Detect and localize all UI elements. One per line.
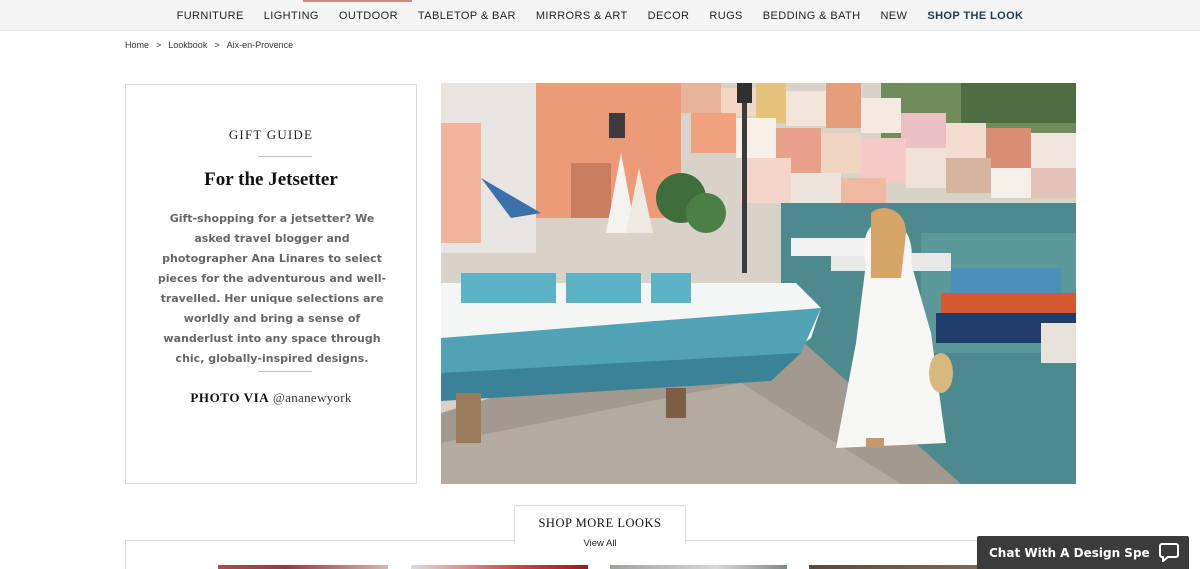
nav-item-furniture[interactable]: FURNITURE bbox=[167, 10, 254, 22]
nav-item-mirrors-art[interactable]: MIRRORS & ART bbox=[526, 10, 638, 22]
nav-accent-line bbox=[303, 0, 412, 2]
nav-list: FURNITURE LIGHTING OUTDOOR TABLETOP & BA… bbox=[0, 0, 1200, 31]
nav-item-bedding-bath[interactable]: BEDDING & BATH bbox=[753, 10, 871, 22]
nav-item-outdoor[interactable]: OUTDOOR bbox=[329, 10, 408, 22]
more-looks-tab: SHOP MORE LOOKS View All bbox=[514, 505, 686, 549]
nav-item-rugs[interactable]: RUGS bbox=[699, 10, 752, 22]
hero-photo bbox=[441, 83, 1076, 484]
look-thumbnail[interactable] bbox=[411, 565, 588, 569]
photo-credit-label: PHOTO VIA bbox=[190, 390, 270, 405]
harbor-photo-icon bbox=[441, 83, 1076, 484]
more-looks-heading: SHOP MORE LOOKS bbox=[538, 516, 662, 530]
look-thumbnail[interactable] bbox=[218, 565, 388, 569]
card-divider bbox=[258, 156, 312, 157]
nav-item-lighting[interactable]: LIGHTING bbox=[254, 10, 329, 22]
nav-item-tabletop-bar[interactable]: TABLETOP & BAR bbox=[408, 10, 526, 22]
nav-item-decor[interactable]: DECOR bbox=[638, 10, 700, 22]
look-thumbnail[interactable] bbox=[809, 565, 979, 569]
gift-guide-card: GIFT GUIDE For the Jetsetter Gift-shoppi… bbox=[125, 84, 417, 484]
look-thumbnail[interactable] bbox=[610, 565, 787, 569]
card-description: Gift-shopping for a jetsetter? We asked … bbox=[157, 212, 387, 365]
card-divider bbox=[258, 371, 312, 372]
breadcrumb-current: Aix-en-Provence bbox=[226, 40, 294, 50]
nav-item-shop-the-look[interactable]: SHOP THE LOOK bbox=[917, 10, 1033, 22]
nav-item-new[interactable]: NEW bbox=[870, 10, 917, 22]
breadcrumb-lookbook[interactable]: Lookbook bbox=[168, 40, 207, 50]
chat-widget-button[interactable]: Chat With A Design Speci... bbox=[977, 536, 1189, 569]
photo-credit: PHOTO VIA @ananewyork bbox=[126, 390, 416, 406]
breadcrumb: Home > Lookbook > Aix-en-Provence bbox=[125, 40, 293, 50]
photo-credit-handle[interactable]: @ananewyork bbox=[273, 390, 352, 405]
breadcrumb-separator: > bbox=[156, 40, 162, 50]
breadcrumb-home[interactable]: Home bbox=[125, 40, 149, 50]
chat-bubble-icon bbox=[1159, 543, 1179, 562]
view-all-link[interactable]: View All bbox=[515, 538, 685, 549]
card-eyebrow: GIFT GUIDE bbox=[228, 127, 314, 142]
chat-widget-label: Chat With A Design Speci... bbox=[989, 545, 1149, 560]
card-title: For the Jetsetter bbox=[204, 169, 338, 190]
breadcrumb-separator: > bbox=[214, 40, 220, 50]
top-navigation: FURNITURE LIGHTING OUTDOOR TABLETOP & BA… bbox=[0, 0, 1200, 31]
